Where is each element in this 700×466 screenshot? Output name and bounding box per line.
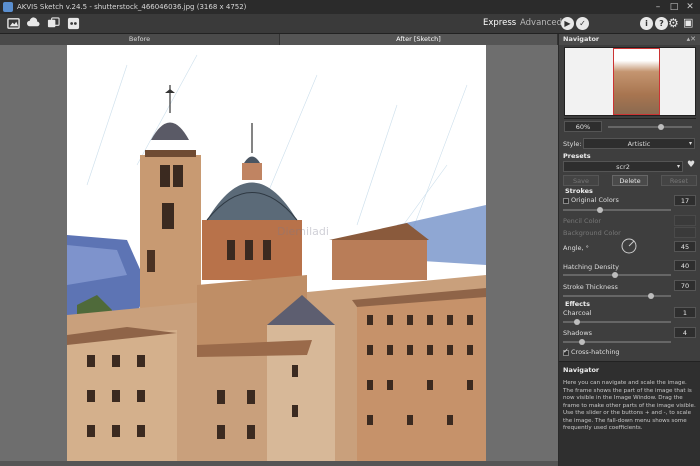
hatching-density-knob[interactable] [612, 272, 618, 278]
navigator-title: Navigator [563, 35, 600, 43]
close-button[interactable]: ✕ [682, 0, 698, 14]
preset-value: scr2 [616, 163, 630, 171]
app-logo-icon [3, 2, 13, 12]
settings-panel: Navigator ▴✕ 60% Style: Artistic ▾ Preset… [558, 34, 700, 466]
share-icon[interactable] [66, 17, 80, 31]
save-preset-button[interactable]: Save [563, 175, 599, 186]
info-button[interactable]: i [640, 17, 653, 30]
stroke-thickness-label: Stroke Thickness [563, 283, 618, 291]
cross-hatching-label: Cross-hatching [571, 348, 620, 356]
shadows-label: Shadows [563, 329, 593, 337]
charcoal-value[interactable]: 1 [674, 307, 696, 318]
stroke-thickness-slider[interactable] [563, 295, 671, 297]
mode-express-tab[interactable]: Express [483, 18, 516, 28]
effects-title: Effects [565, 300, 590, 308]
delete-preset-button[interactable]: Delete [612, 175, 648, 186]
check-icon: ✓ [576, 17, 589, 30]
original-colors-checkbox[interactable] [563, 198, 569, 204]
minimize-button[interactable]: – [650, 0, 666, 14]
settings-icon[interactable]: ⚙ [668, 16, 679, 30]
help-button[interactable]: ? [655, 17, 668, 30]
cross-hatching-checkbox[interactable] [563, 347, 569, 356]
style-dropdown[interactable]: Artistic ▾ [583, 138, 695, 149]
help-icon: ? [655, 17, 668, 30]
window-title: AKVIS Sketch v.24.5 - shutterstock_46604… [17, 3, 247, 11]
original-colors-label: Original Colors [571, 196, 619, 204]
background-color-label: Background Color [563, 229, 621, 237]
upload-icon[interactable] [26, 17, 40, 31]
app-window: AKVIS Sketch v.24.5 - shutterstock_46604… [0, 0, 700, 466]
shadows-knob[interactable] [579, 339, 585, 345]
mode-advanced-tab[interactable]: Advanced [520, 18, 562, 28]
original-colors-slider[interactable] [563, 209, 671, 211]
panel-close-icon[interactable]: ▴✕ [687, 34, 696, 45]
original-colors-value[interactable]: 17 [674, 195, 696, 206]
presets-dropdown[interactable]: scr2 ▾ [563, 161, 683, 172]
reset-preset-button[interactable]: Reset [661, 175, 697, 186]
stroke-thickness-knob[interactable] [648, 293, 654, 299]
view-tabs: Before After [Sketch] [0, 34, 558, 45]
zoom-row: 60% [564, 121, 696, 133]
angle-label: Angle, ° [563, 244, 589, 252]
help-title: Navigator [563, 366, 600, 374]
sketch-illustration [67, 54, 486, 466]
play-icon: ▶ [561, 17, 574, 30]
favorite-heart-icon[interactable]: ♥ [687, 160, 695, 170]
pencil-color-label: Pencil Color [563, 217, 602, 225]
shadows-value[interactable]: 4 [674, 327, 696, 338]
navigator-divider [564, 118, 696, 119]
navigator-frame[interactable] [613, 48, 660, 115]
sketch-image[interactable]: Diemiladi [67, 45, 486, 466]
original-colors-knob[interactable] [597, 207, 603, 213]
info-icon: i [640, 17, 653, 30]
tab-after[interactable]: After [Sketch] [280, 34, 558, 45]
chevron-down-icon: ▾ [676, 163, 680, 170]
pencil-color-swatch[interactable] [674, 215, 696, 226]
background-color-swatch[interactable] [674, 227, 696, 238]
charcoal-knob[interactable] [574, 319, 580, 325]
toolbar: Express Advanced ▶ ✓ i ? ⚙ ▣ [0, 14, 700, 34]
run-button[interactable]: ▶ [561, 17, 574, 30]
title-bar: AKVIS Sketch v.24.5 - shutterstock_46604… [0, 0, 700, 14]
help-panel: Navigator Here you can navigate and scal… [559, 361, 700, 466]
help-text: Here you can navigate and scale the imag… [563, 380, 696, 431]
stroke-thickness-value[interactable]: 70 [674, 280, 696, 291]
horizontal-scrollbar[interactable] [0, 461, 558, 466]
hatching-density-value[interactable]: 40 [674, 260, 696, 271]
tab-before[interactable]: Before [0, 34, 280, 45]
chevron-down-icon: ▾ [688, 140, 692, 147]
angle-dial-icon[interactable] [621, 238, 637, 254]
navigator-preview[interactable] [564, 47, 696, 116]
zoom-slider[interactable] [608, 126, 692, 128]
maximize-button[interactable]: □ [666, 0, 682, 14]
open-icon[interactable] [6, 17, 20, 31]
image-workspace[interactable]: Diemiladi [0, 45, 558, 466]
feedback-icon[interactable]: ▣ [683, 16, 693, 29]
charcoal-label: Charcoal [563, 309, 592, 317]
batch-icon[interactable] [46, 17, 60, 31]
style-label: Style: [563, 140, 582, 148]
strokes-title: Strokes [565, 187, 593, 195]
style-value: Artistic [627, 140, 651, 148]
zoom-slider-knob[interactable] [658, 124, 665, 130]
hatching-density-label: Hatching Density [563, 263, 619, 271]
navigator-header: Navigator ▴✕ [559, 34, 700, 45]
watermark-text: Diemiladi [277, 225, 329, 238]
presets-title: Presets [563, 152, 591, 160]
angle-value[interactable]: 45 [674, 241, 696, 252]
apply-button[interactable]: ✓ [576, 17, 589, 30]
zoom-select[interactable]: 60% [564, 121, 602, 132]
